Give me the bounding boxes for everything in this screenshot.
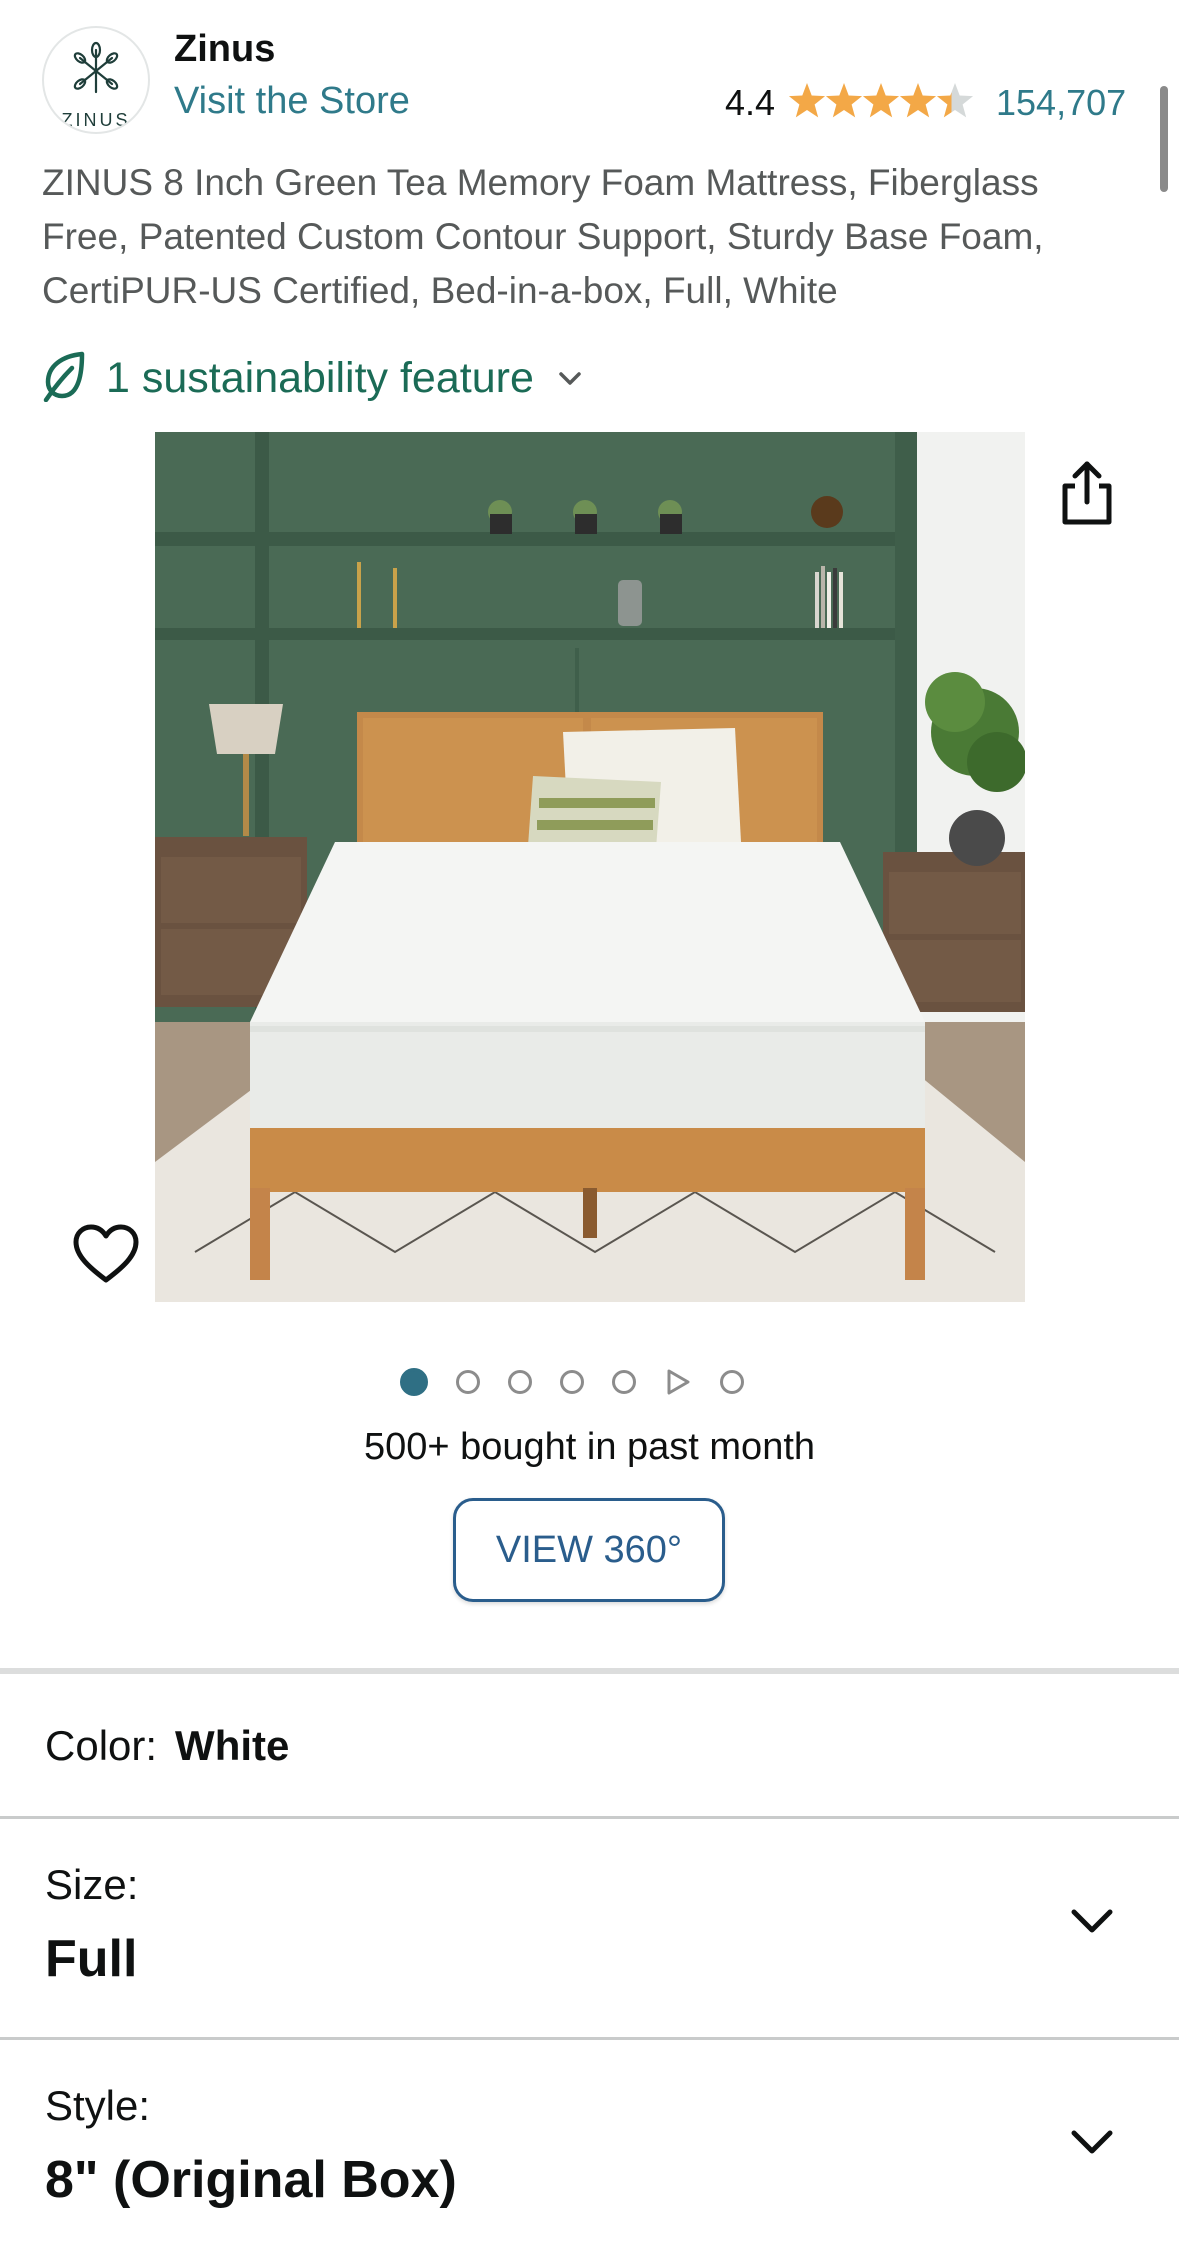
section-divider (0, 1668, 1179, 1674)
star-icon (936, 83, 974, 118)
image-carousel-indicator[interactable] (400, 1364, 780, 1400)
style-value: 8" (Original Box) (45, 2151, 457, 2209)
brand-logo[interactable]: ZINUS (42, 26, 150, 134)
chevron-down-icon (1070, 2128, 1114, 2156)
star-icon (899, 83, 937, 118)
visit-store-link[interactable]: Visit the Store (174, 80, 410, 123)
share-button[interactable] (1055, 458, 1119, 528)
carousel-dot[interactable] (720, 1370, 744, 1394)
star-icon (862, 83, 900, 118)
carousel-dot[interactable] (612, 1370, 636, 1394)
star-icon (788, 83, 826, 118)
color-option: Color: White (45, 1722, 289, 1770)
style-label: Style: (45, 2082, 151, 2129)
size-label: Size: (45, 1861, 139, 1908)
size-value: Full (45, 1930, 138, 1988)
color-label: Color: (45, 1722, 158, 1769)
product-image[interactable] (155, 432, 1025, 1302)
leaf-icon (42, 350, 88, 407)
carousel-dot[interactable] (508, 1370, 532, 1394)
view-360-button[interactable]: VIEW 360° (453, 1498, 725, 1602)
scrollbar[interactable] (1160, 86, 1168, 192)
brand-name: Zinus (174, 28, 276, 70)
rating-value: 4.4 (725, 82, 776, 123)
video-play-icon[interactable] (664, 1367, 692, 1397)
share-icon (1062, 461, 1112, 525)
color-value: White (175, 1722, 290, 1769)
bought-in-past-month: 500+ bought in past month (363, 1426, 816, 1468)
wishlist-button[interactable] (70, 1222, 142, 1286)
heart-icon (73, 1224, 139, 1283)
sustainability-label: 1 sustainability feature (106, 353, 534, 402)
star-icon (825, 83, 863, 118)
size-selector[interactable]: Size: Full (0, 1819, 1179, 2037)
product-title: ZINUS 8 Inch Green Tea Memory Foam Mattr… (42, 162, 1044, 311)
carousel-dot[interactable] (400, 1368, 428, 1396)
svg-text:ZINUS: ZINUS (62, 110, 131, 130)
review-count-link[interactable]: 154,707 (996, 82, 1126, 124)
chevron-down-icon (556, 368, 584, 388)
carousel-dot[interactable] (456, 1370, 480, 1394)
sustainability-feature-toggle[interactable]: 1 sustainability feature (42, 348, 584, 408)
chevron-down-icon (1070, 1907, 1114, 1935)
carousel-dot[interactable] (560, 1370, 584, 1394)
style-selector[interactable]: Style: 8" (Original Box) (0, 2040, 1179, 2257)
star-rating[interactable] (788, 80, 974, 122)
